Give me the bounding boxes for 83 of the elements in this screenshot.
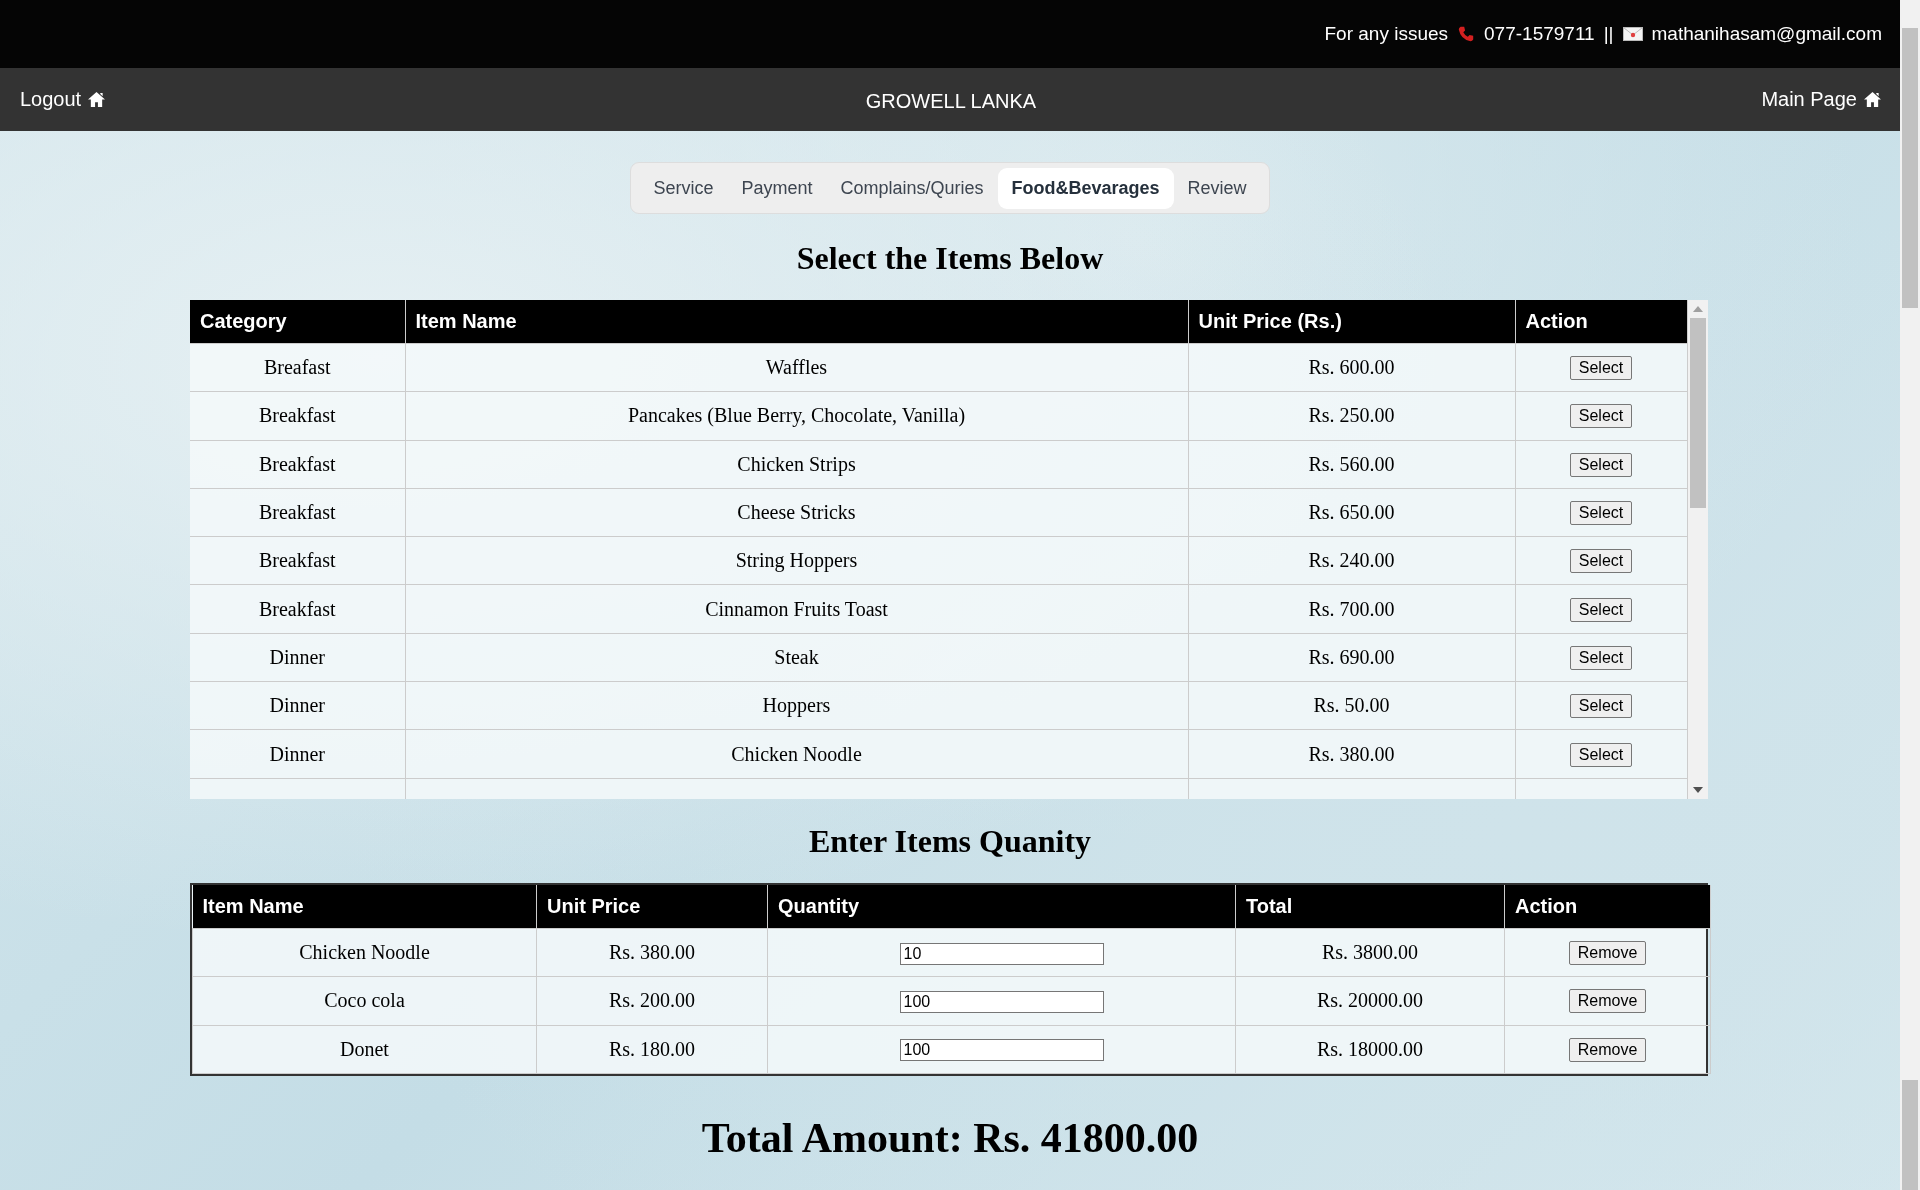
select-button[interactable]: Select	[1569, 404, 1633, 429]
table-cell: Breakfast	[190, 488, 405, 537]
phone-number: 077-1579711	[1484, 23, 1595, 45]
table-cell: Breakfast	[190, 440, 405, 489]
scrollbar[interactable]	[1687, 300, 1708, 799]
main-page-link[interactable]: Main Page	[1761, 88, 1882, 111]
scroll-down-icon[interactable]	[1693, 787, 1703, 793]
column-header: Quantity	[767, 885, 1236, 929]
table-cell: Dinner	[190, 633, 405, 682]
tab[interactable]: Review	[1173, 168, 1261, 209]
select-button[interactable]: Select	[1569, 549, 1633, 574]
logout-link[interactable]: Logout	[20, 88, 866, 111]
column-header: Action	[1515, 300, 1687, 344]
table-cell: Waffles	[405, 343, 1188, 392]
column-header: Category	[190, 300, 405, 344]
table-cell: Rs. 380.00	[536, 928, 768, 977]
table-cell: Breakfast	[190, 536, 405, 585]
column-header: Unit Price	[536, 885, 768, 929]
total-amount: Total Amount: Rs. 41800.00	[701, 1113, 1199, 1162]
section-heading: Enter Items Quanity	[808, 823, 1092, 860]
quantity-field[interactable]: 10	[899, 942, 1104, 965]
table-cell: Pancakes (Blue Berry, Chocolate, Vanilla)	[405, 391, 1188, 441]
envelope-icon	[1622, 27, 1643, 41]
select-button[interactable]: Select	[1569, 501, 1633, 526]
table-cell: Rs. 380.00	[1188, 729, 1515, 779]
brand-title: GROWELL LANKA	[865, 89, 1037, 113]
table-cell: Rs. 18000.00	[1235, 1025, 1505, 1074]
column-header: Item Name	[405, 300, 1188, 344]
quantity-field[interactable]: 100	[899, 1039, 1104, 1062]
phone-icon	[1457, 25, 1476, 43]
home-icon	[1863, 91, 1882, 108]
contact-label: For any issues	[1324, 23, 1449, 45]
tab[interactable]: Service	[639, 168, 728, 209]
separator: ||	[1603, 23, 1614, 45]
select-button[interactable]: Select	[1569, 742, 1633, 767]
tab[interactable]: Payment	[727, 168, 827, 209]
table-cell: Dinner	[190, 681, 405, 730]
column-header: Item Name	[192, 885, 537, 929]
select-button[interactable]: Select	[1569, 597, 1633, 622]
table-cell: String Hoppers	[405, 536, 1188, 585]
select-button[interactable]: Select	[1569, 356, 1633, 381]
table-cell: Rs. 3800.00	[1235, 928, 1505, 977]
table-cell: Rs. 240.00	[1188, 536, 1515, 585]
table-cell: Rs. 650.00	[1188, 488, 1515, 537]
remove-button[interactable]: Remove	[1568, 941, 1647, 966]
table-cell: Cheese Stricks	[405, 488, 1188, 537]
table-cell: Donet	[192, 1025, 537, 1074]
column-header: Action	[1504, 885, 1711, 929]
table-cell: Rs. 560.00	[1188, 440, 1515, 489]
table-cell: Hoppers	[405, 681, 1188, 730]
table-cell: Chicken Noodle	[192, 928, 537, 977]
table-cell: Rs. 50.00	[1188, 681, 1515, 730]
table-cell: Breakfast	[190, 585, 405, 634]
table-cell: Coco cola	[192, 976, 537, 1026]
select-button[interactable]: Select	[1569, 694, 1633, 719]
select-button[interactable]: Select	[1569, 645, 1633, 670]
tab[interactable]: Food&Bevarages	[997, 168, 1174, 209]
column-header: Total	[1235, 885, 1505, 929]
table-cell: Rs. 250.00	[1188, 391, 1515, 441]
quantity-field[interactable]: 100	[899, 990, 1104, 1013]
page-scrollbar[interactable]	[1900, 0, 1920, 1190]
column-header: Unit Price (Rs.)	[1188, 300, 1515, 344]
table-cell: Rs. 180.00	[536, 1025, 768, 1074]
table-cell: Cinnamon Fruits Toast	[405, 585, 1188, 634]
table-cell: Rs. 690.00	[1188, 633, 1515, 682]
table-cell: Steak	[405, 633, 1188, 682]
table-cell: Dinner	[190, 729, 405, 779]
table-cell: Rs. 600.00	[1188, 343, 1515, 392]
table-cell: Rs. 200.00	[536, 976, 768, 1026]
select-button[interactable]: Select	[1569, 452, 1633, 477]
table-cell: Breafast	[190, 343, 405, 392]
home-icon	[87, 91, 107, 108]
tab[interactable]: Complains/Quries	[826, 168, 998, 209]
table-cell: Chicken Strips	[405, 440, 1188, 489]
remove-button[interactable]: Remove	[1568, 1037, 1647, 1062]
table-cell: Breakfast	[190, 391, 405, 441]
table-cell: Chicken Noodle	[405, 729, 1188, 779]
email-address: mathanihasam@gmail.com	[1651, 23, 1882, 45]
scroll-up-icon[interactable]	[1693, 306, 1703, 312]
table-cell: Rs. 20000.00	[1235, 976, 1505, 1026]
section-heading: Select the Items Below	[796, 240, 1104, 277]
table-cell: Rs. 700.00	[1188, 585, 1515, 634]
remove-button[interactable]: Remove	[1568, 989, 1647, 1014]
